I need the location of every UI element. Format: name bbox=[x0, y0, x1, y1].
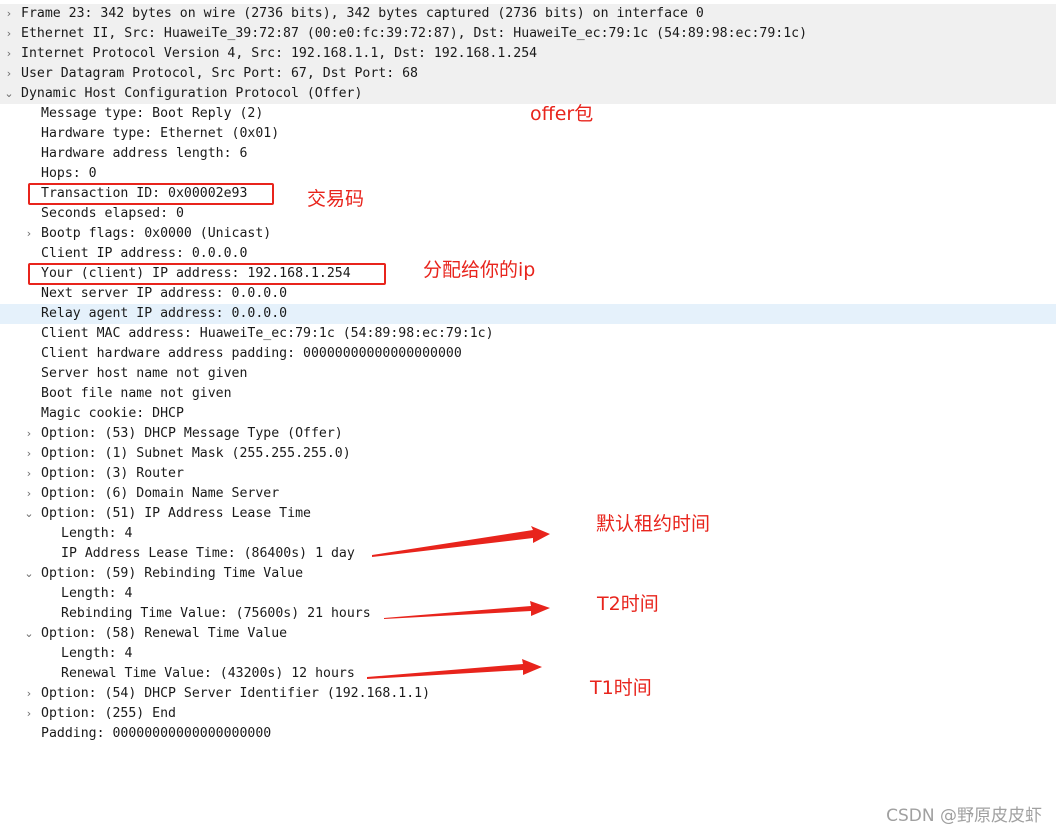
tree-row[interactable]: IP Address Lease Time: (86400s) 1 day bbox=[0, 544, 1056, 564]
tree-row-label: Rebinding Time Value: (75600s) 21 hours bbox=[61, 606, 371, 621]
tree-row[interactable]: › Option: (54) DHCP Server Identifier (19… bbox=[0, 684, 1056, 704]
expand-chevron-down-icon[interactable]: ⌄ bbox=[23, 624, 35, 644]
expand-chevron-down-icon[interactable]: ⌄ bbox=[23, 564, 35, 584]
tree-row[interactable]: Hardware address length: 6 bbox=[0, 144, 1056, 164]
tree-row-label: Frame 23: 342 bytes on wire (2736 bits),… bbox=[21, 6, 704, 21]
tree-row-label: Internet Protocol Version 4, Src: 192.16… bbox=[21, 46, 538, 61]
tree-row-label: Dynamic Host Configuration Protocol (Off… bbox=[21, 86, 363, 101]
tree-row-label: Hardware type: Ethernet (0x01) bbox=[41, 126, 280, 141]
tree-row-label: Magic cookie: DHCP bbox=[41, 406, 184, 421]
tree-row-label: Ethernet II, Src: HuaweiTe_39:72:87 (00:… bbox=[21, 26, 808, 41]
tree-row[interactable]: Length: 4 bbox=[0, 644, 1056, 664]
tree-row[interactable]: › Option: (3) Router bbox=[0, 464, 1056, 484]
tree-row[interactable]: Client hardware address padding: 0000000… bbox=[0, 344, 1056, 364]
collapse-chevron-right-icon[interactable]: › bbox=[23, 684, 35, 704]
tree-row-label: Message type: Boot Reply (2) bbox=[41, 106, 264, 121]
tree-row[interactable]: Hops: 0 bbox=[0, 164, 1056, 184]
tree-row[interactable]: ⌄ Option: (51) IP Address Lease Time bbox=[0, 504, 1056, 524]
tree-row[interactable]: › Internet Protocol Version 4, Src: 192.1… bbox=[0, 44, 1056, 64]
tree-row-label: Padding: 00000000000000000000 bbox=[41, 726, 272, 741]
tree-row-label: Seconds elapsed: 0 bbox=[41, 206, 184, 221]
tree-row-label: Option: (59) Rebinding Time Value bbox=[41, 566, 304, 581]
tree-row-label: Option: (3) Router bbox=[41, 466, 184, 481]
tree-row-label: Option: (53) DHCP Message Type (Offer) bbox=[41, 426, 343, 441]
tree-row-label: Client MAC address: HuaweiTe_ec:79:1c (5… bbox=[41, 326, 494, 341]
tree-row-label: Relay agent IP address: 0.0.0.0 bbox=[41, 306, 288, 321]
collapse-chevron-right-icon[interactable]: › bbox=[3, 64, 15, 84]
collapse-chevron-right-icon[interactable]: › bbox=[23, 464, 35, 484]
tree-row[interactable]: › Frame 23: 342 bytes on wire (2736 bits)… bbox=[0, 4, 1056, 24]
tree-row[interactable]: › Ethernet II, Src: HuaweiTe_39:72:87 (00… bbox=[0, 24, 1056, 44]
tree-row[interactable]: ⌄ Option: (59) Rebinding Time Value bbox=[0, 564, 1056, 584]
tree-row[interactable]: › Option: (53) DHCP Message Type (Offer) bbox=[0, 424, 1056, 444]
tree-row[interactable]: Seconds elapsed: 0 bbox=[0, 204, 1056, 224]
tree-row-label: Hardware address length: 6 bbox=[41, 146, 248, 161]
tree-row-label: Hops: 0 bbox=[41, 166, 97, 181]
tree-row-label: Option: (58) Renewal Time Value bbox=[41, 626, 288, 641]
tree-row[interactable]: Hardware type: Ethernet (0x01) bbox=[0, 124, 1056, 144]
tree-row-label: Option: (51) IP Address Lease Time bbox=[41, 506, 311, 521]
tree-row[interactable]: Boot file name not given bbox=[0, 384, 1056, 404]
tree-row[interactable]: Relay agent IP address: 0.0.0.0 bbox=[0, 304, 1056, 324]
tree-row-label: Client IP address: 0.0.0.0 bbox=[41, 246, 248, 261]
tree-row[interactable]: › Option: (6) Domain Name Server bbox=[0, 484, 1056, 504]
tree-row[interactable]: ⌄ Dynamic Host Configuration Protocol (Of… bbox=[0, 84, 1056, 104]
tree-row-label: IP Address Lease Time: (86400s) 1 day bbox=[61, 546, 355, 561]
expand-chevron-down-icon[interactable]: ⌄ bbox=[23, 504, 35, 524]
collapse-chevron-right-icon[interactable]: › bbox=[23, 444, 35, 464]
tree-row-label: Option: (1) Subnet Mask (255.255.255.0) bbox=[41, 446, 351, 461]
tree-row[interactable]: Magic cookie: DHCP bbox=[0, 404, 1056, 424]
tree-row[interactable]: › Option: (255) End bbox=[0, 704, 1056, 724]
tree-row-label: Boot file name not given bbox=[41, 386, 232, 401]
tree-row[interactable]: › Option: (1) Subnet Mask (255.255.255.0) bbox=[0, 444, 1056, 464]
tree-row[interactable]: Length: 4 bbox=[0, 584, 1056, 604]
collapse-chevron-right-icon[interactable]: › bbox=[3, 24, 15, 44]
csdn-watermark: CSDN @野原皮皮虾 bbox=[886, 806, 1042, 826]
tree-row[interactable]: › User Datagram Protocol, Src Port: 67, D… bbox=[0, 64, 1056, 84]
collapse-chevron-right-icon[interactable]: › bbox=[3, 44, 15, 64]
tree-row-label: Client hardware address padding: 0000000… bbox=[41, 346, 462, 361]
tree-row[interactable]: › Bootp flags: 0x0000 (Unicast) bbox=[0, 224, 1056, 244]
tree-row-label: Length: 4 bbox=[61, 526, 133, 541]
expand-chevron-down-icon[interactable]: ⌄ bbox=[3, 84, 15, 104]
tree-row-label: Length: 4 bbox=[61, 646, 133, 661]
t2-time-note: T2时间 bbox=[597, 593, 659, 615]
assigned-ip-note: 分配给你的ip bbox=[423, 259, 536, 281]
collapse-chevron-right-icon[interactable]: › bbox=[23, 484, 35, 504]
tree-row-label: Next server IP address: 0.0.0.0 bbox=[41, 286, 288, 301]
tree-row-label: Server host name not given bbox=[41, 366, 248, 381]
tree-row-label: Length: 4 bbox=[61, 586, 133, 601]
tree-row[interactable]: Length: 4 bbox=[0, 524, 1056, 544]
tree-row[interactable]: ⌄ Option: (58) Renewal Time Value bbox=[0, 624, 1056, 644]
tree-row[interactable]: Client MAC address: HuaweiTe_ec:79:1c (5… bbox=[0, 324, 1056, 344]
collapse-chevron-right-icon[interactable]: › bbox=[23, 424, 35, 444]
tree-row-label: Option: (54) DHCP Server Identifier (192… bbox=[41, 686, 431, 701]
tree-row[interactable]: Padding: 00000000000000000000 bbox=[0, 724, 1056, 744]
offer-packet-note: offer包 bbox=[530, 103, 594, 125]
transaction-code-note: 交易码 bbox=[307, 188, 365, 210]
tree-row[interactable]: Server host name not given bbox=[0, 364, 1056, 384]
collapse-chevron-right-icon[interactable]: › bbox=[23, 224, 35, 244]
collapse-chevron-right-icon[interactable]: › bbox=[3, 4, 15, 24]
tree-row[interactable]: Next server IP address: 0.0.0.0 bbox=[0, 284, 1056, 304]
t1-time-note: T1时间 bbox=[590, 677, 652, 699]
tree-row[interactable]: Renewal Time Value: (43200s) 12 hours bbox=[0, 664, 1056, 684]
tree-row[interactable]: Message type: Boot Reply (2) bbox=[0, 104, 1056, 124]
tree-row-label: Option: (6) Domain Name Server bbox=[41, 486, 280, 501]
transaction-id-highlight-box bbox=[28, 183, 274, 205]
packet-details-tree: › Frame 23: 342 bytes on wire (2736 bits)… bbox=[0, 4, 1056, 744]
tree-row-label: Option: (255) End bbox=[41, 706, 176, 721]
default-lease-time-note: 默认租约时间 bbox=[596, 513, 711, 535]
tree-row-label: User Datagram Protocol, Src Port: 67, Ds… bbox=[21, 66, 418, 81]
collapse-chevron-right-icon[interactable]: › bbox=[23, 704, 35, 724]
your-ip-highlight-box bbox=[28, 263, 386, 285]
tree-row[interactable]: Rebinding Time Value: (75600s) 21 hours bbox=[0, 604, 1056, 624]
tree-row-label: Renewal Time Value: (43200s) 12 hours bbox=[61, 666, 355, 681]
tree-row-label: Bootp flags: 0x0000 (Unicast) bbox=[41, 226, 272, 241]
